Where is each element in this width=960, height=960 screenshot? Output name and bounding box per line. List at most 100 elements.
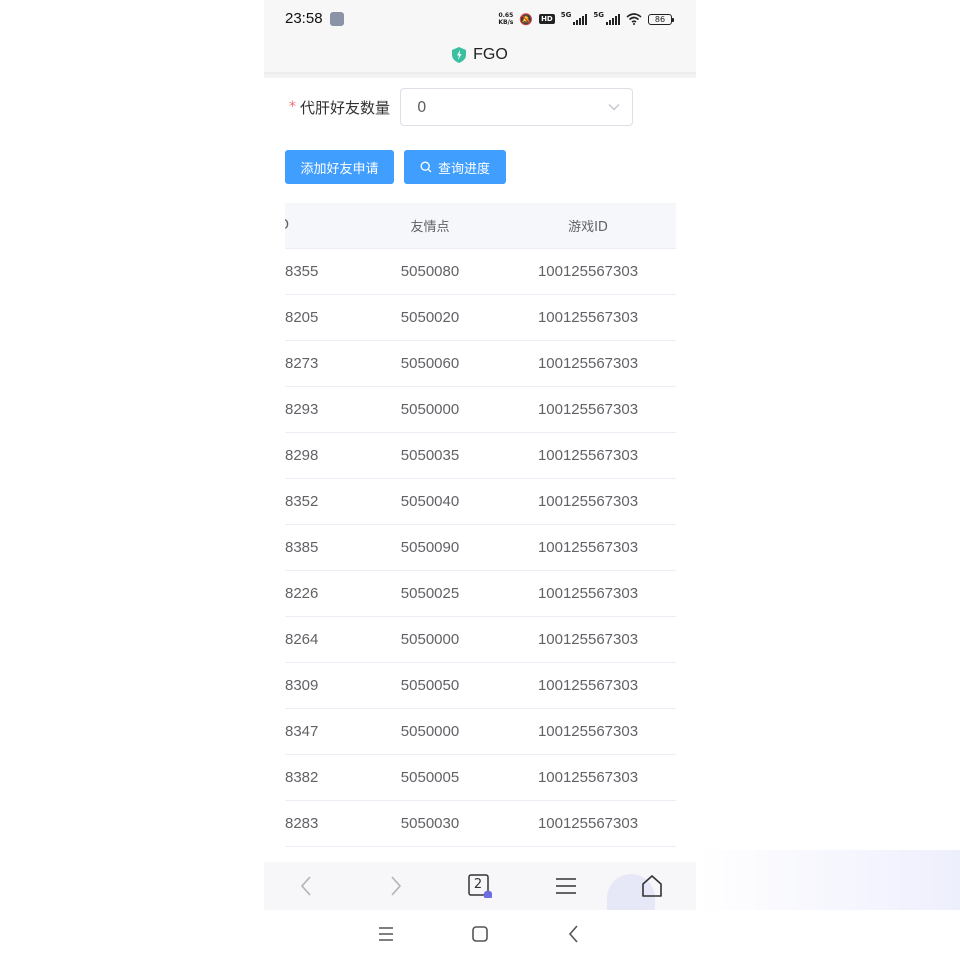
table-cell: 100125567303: [537, 355, 639, 372]
table-cell: 8355: [285, 263, 319, 280]
status-time: 23:58: [285, 10, 323, 27]
network-speed-unit: KB/s: [498, 19, 514, 26]
signal-icon: [573, 13, 588, 25]
table-row: 8385 5050090 100125567303: [285, 525, 676, 571]
page-title: FGO: [473, 46, 508, 63]
table-cell: 5050005: [400, 769, 460, 786]
friend-count-form-row: * 代肝好友数量 0: [289, 88, 669, 126]
table-cell: 5050080: [400, 263, 460, 280]
table-cell: 5050035: [400, 447, 460, 464]
table-cell: 8382: [285, 769, 319, 786]
query-progress-button[interactable]: 查询进度: [404, 150, 506, 184]
table-header: D 友情点 游戏ID: [285, 203, 676, 249]
table-cell: 8273: [285, 355, 319, 372]
table-cell: 100125567303: [537, 723, 639, 740]
network-type-1: 5G: [560, 11, 572, 19]
table-header-cell: D: [285, 218, 352, 233]
table-cell: 5050020: [400, 309, 460, 326]
add-friend-request-label: 添加好友申请: [300, 161, 379, 177]
table-cell: 100125567303: [537, 309, 639, 326]
recent-apps-icon[interactable]: [376, 924, 396, 944]
shield-logo-icon: [452, 47, 467, 63]
hd-badge: HD: [539, 14, 555, 24]
table-row: 8273 5050060 100125567303: [285, 341, 676, 387]
wifi-icon: [626, 13, 642, 25]
table-cell: 5050000: [400, 631, 460, 648]
table-cell: 5050040: [400, 493, 460, 510]
table-cell: 100125567303: [537, 585, 639, 602]
table-cell: 8347: [285, 723, 319, 740]
friend-count-label: 代肝好友数量: [300, 98, 391, 117]
table-cell: 8298: [285, 447, 319, 464]
status-indicators: 0.65 KB/s 🔕 HD 5G 5G 86: [498, 10, 674, 28]
table-row: 8352 5050040 100125567303: [285, 479, 676, 525]
friend-progress-table[interactable]: D 友情点 游戏ID 8355 5050080 100125567303 8205 50…: [285, 203, 676, 847]
mute-icon: 🔕: [519, 12, 534, 26]
tabs-button[interactable]: 2: [468, 874, 492, 898]
table-cell: 100125567303: [537, 677, 639, 694]
search-icon: [420, 161, 432, 173]
home-icon[interactable]: [640, 874, 664, 898]
table-row: 8283 5050030 100125567303: [285, 801, 676, 847]
table-cell: 8205: [285, 309, 319, 326]
signal-icon-2: [606, 13, 620, 25]
table-cell: 8352: [285, 493, 319, 510]
table-cell: 8385: [285, 539, 319, 556]
back-icon[interactable]: [564, 924, 584, 944]
table-cell: 5050050: [400, 677, 460, 694]
table-cell: 100125567303: [537, 263, 639, 280]
table-cell: 100125567303: [537, 447, 639, 464]
title-bar: FGO: [264, 38, 696, 72]
table-row: 8382 5050005 100125567303: [285, 755, 676, 801]
forward-icon[interactable]: [383, 874, 407, 898]
table-cell: 100125567303: [537, 493, 639, 510]
add-friend-request-button[interactable]: 添加好友申请: [285, 150, 394, 184]
table-cell: 8293: [285, 401, 319, 418]
table-cell: 5050000: [400, 401, 460, 418]
home-icon[interactable]: [470, 924, 490, 944]
table-row: 8205 5050020 100125567303: [285, 295, 676, 341]
table-cell: 5050025: [400, 585, 460, 602]
notification-app-icon: [330, 12, 344, 26]
table-cell: 8309: [285, 677, 319, 694]
table-row: 8264 5050000 100125567303: [285, 617, 676, 663]
table-row: 8347 5050000 100125567303: [285, 709, 676, 755]
table-row: 8293 5050000 100125567303: [285, 387, 676, 433]
network-speed-value: 0.65: [498, 12, 514, 19]
table-cell: 100125567303: [537, 815, 639, 832]
friend-count-value: 0: [417, 98, 427, 116]
network-speed: 0.65 KB/s: [498, 12, 513, 26]
network-type-2: 5G: [593, 11, 604, 19]
table-cell: 100125567303: [537, 401, 639, 418]
table-header-cell: 游戏ID: [568, 220, 608, 235]
table-cell: 8264: [285, 631, 319, 648]
menu-icon[interactable]: [554, 874, 578, 898]
table-row: 8298 5050035 100125567303: [285, 433, 676, 479]
table-cell: 100125567303: [537, 769, 639, 786]
chevron-down-icon: [608, 104, 620, 111]
table-cell: 5050030: [400, 815, 460, 832]
query-progress-label: 查询进度: [437, 161, 490, 177]
battery-icon: 86: [648, 13, 674, 25]
main-content[interactable]: * 代肝好友数量 0 添加好友申请 查询进度 D 友情点 游戏ID 8355 50…: [264, 78, 696, 862]
table-cell: 100125567303: [537, 539, 639, 556]
friend-count-select[interactable]: 0: [400, 88, 633, 126]
table-row: 8355 5050080 100125567303: [285, 249, 676, 295]
system-navigation-bar: [0, 910, 960, 960]
table-body: 8355 5050080 100125567303 8205 5050020 100125…: [285, 249, 676, 847]
tab-count: 2: [473, 877, 483, 892]
table-row: 8226 5050025 100125567303: [285, 571, 676, 617]
table-row: 8309 5050050 100125567303: [285, 663, 676, 709]
table-cell: 100125567303: [537, 631, 639, 648]
back-icon[interactable]: [295, 874, 319, 898]
required-mark: *: [289, 99, 296, 115]
table-cell: 5050000: [400, 723, 460, 740]
table-cell: 5050060: [400, 355, 460, 372]
status-bar: 23:58 0.65 KB/s 🔕 HD 5G 5G 86: [264, 0, 696, 38]
table-cell: 8283: [285, 815, 319, 832]
table-cell: 8226: [285, 585, 319, 602]
table-header-cell: 友情点: [410, 220, 450, 235]
table-cell: 5050090: [400, 539, 460, 556]
battery-level: 86: [654, 14, 666, 24]
browser-toolbar: 2: [264, 862, 696, 910]
